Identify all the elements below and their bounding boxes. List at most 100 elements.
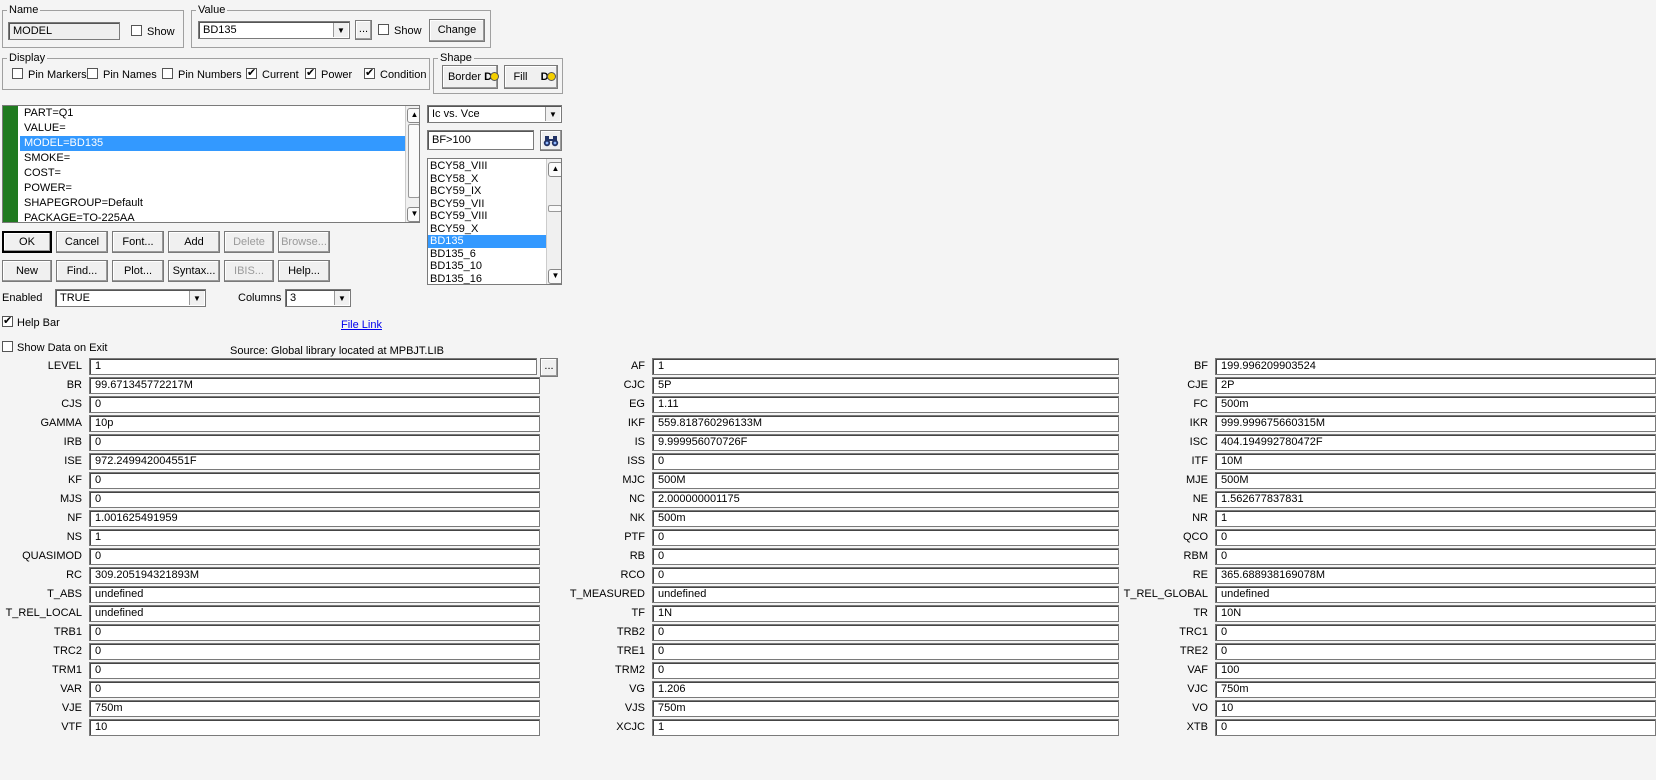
model-list-item[interactable]: BD135_10 — [428, 260, 546, 273]
models-list[interactable]: BCY58_VIII BCY58_X BCY59_IX BCY59_VII BCY59_… — [427, 158, 562, 285]
parameter-value-field[interactable]: 10p — [89, 415, 540, 432]
parameter-value-field[interactable]: 0 — [89, 434, 540, 451]
scroll-down-icon[interactable]: ▼ — [407, 207, 419, 222]
value-show-checkbox[interactable] — [378, 24, 389, 35]
attribute-item[interactable]: VALUE= — [20, 121, 406, 136]
parameter-value-field[interactable]: 0 — [89, 681, 540, 698]
scroll-down-icon[interactable]: ▼ — [548, 269, 561, 284]
parameter-value-field[interactable]: 1.562677837831 — [1215, 491, 1656, 508]
model-list-item[interactable]: BCY59_X — [428, 223, 546, 236]
display-checkbox[interactable]: ✔ — [364, 68, 375, 79]
chevron-down-icon[interactable]: ▼ — [333, 23, 348, 37]
parameter-value-field[interactable]: 999.999675660315M — [1215, 415, 1656, 432]
attribute-item[interactable]: COST= — [20, 166, 406, 181]
parameter-value-field[interactable]: 1 — [1215, 510, 1656, 527]
parameter-value-field[interactable]: 9.999956070726F — [652, 434, 1119, 451]
scroll-thumb[interactable] — [548, 205, 561, 212]
level-browse-button[interactable]: ... — [540, 358, 558, 377]
parameter-value-field[interactable]: 5P — [652, 377, 1119, 394]
find-button[interactable]: Find... — [56, 260, 108, 282]
parameter-value-field[interactable]: 0 — [89, 396, 540, 413]
parameter-value-field[interactable]: undefined — [652, 586, 1119, 603]
parameter-value-field[interactable]: 10N — [1215, 605, 1656, 622]
help-button[interactable]: Help... — [278, 260, 330, 282]
scroll-up-icon[interactable]: ▲ — [548, 162, 561, 177]
parameter-value-field[interactable]: 0 — [1215, 624, 1656, 641]
parameter-value-field[interactable]: 0 — [89, 548, 540, 565]
parameter-value-field[interactable]: 1 — [89, 529, 540, 546]
chevron-down-icon[interactable]: ▼ — [545, 107, 560, 121]
scroll-up-icon[interactable]: ▲ — [407, 108, 419, 123]
value-select[interactable]: BD135 ▼ — [198, 21, 350, 39]
name-show-checkbox[interactable] — [131, 25, 142, 36]
parameter-value-field[interactable]: 0 — [652, 643, 1119, 660]
model-list-item[interactable]: BCY59_VII — [428, 198, 546, 211]
parameter-value-field[interactable]: 1.001625491959 — [89, 510, 540, 527]
parameter-value-field[interactable]: 500M — [652, 472, 1119, 489]
parameter-value-field[interactable]: 0 — [1215, 643, 1656, 660]
parameter-value-field[interactable]: 1N — [652, 605, 1119, 622]
scroll-thumb[interactable] — [408, 124, 419, 198]
parameter-value-field[interactable]: 0 — [652, 567, 1119, 584]
parameter-value-field[interactable]: 500m — [1215, 396, 1656, 413]
parameter-value-field[interactable]: 1.206 — [652, 681, 1119, 698]
parameter-value-field[interactable]: 972.249942004551F — [89, 453, 540, 470]
parameter-value-field[interactable]: 2P — [1215, 377, 1656, 394]
parameter-value-field[interactable]: 0 — [89, 662, 540, 679]
attribute-scrollbar[interactable]: ▲ ▼ — [405, 106, 419, 222]
attribute-item[interactable]: MODEL=BD135 — [20, 136, 406, 151]
parameter-value-field[interactable]: 500m — [652, 510, 1119, 527]
parameter-value-field[interactable]: 100 — [1215, 662, 1656, 679]
model-list-item[interactable]: BCY58_VIII — [428, 160, 546, 173]
show-data-checkbox[interactable] — [2, 341, 13, 352]
display-checkbox[interactable] — [12, 68, 23, 79]
parameter-value-field[interactable]: 559.818760296133M — [652, 415, 1119, 432]
parameter-value-field[interactable]: 0 — [652, 624, 1119, 641]
plot-select[interactable]: Ic vs. Vce ▼ — [427, 105, 562, 123]
chevron-down-icon[interactable]: ▼ — [189, 291, 204, 305]
chevron-down-icon[interactable]: ▼ — [334, 291, 349, 305]
parameter-value-field[interactable]: 1.11 — [652, 396, 1119, 413]
models-scrollbar[interactable]: ▲ ▼ — [546, 159, 561, 284]
parameter-value-field[interactable]: 10M — [1215, 453, 1656, 470]
parameter-value-field[interactable]: 0 — [1215, 529, 1656, 546]
parameter-value-field[interactable]: undefined — [89, 586, 540, 603]
cancel-button[interactable]: Cancel — [56, 231, 108, 253]
parameter-value-field[interactable]: 0 — [1215, 719, 1656, 736]
attribute-item[interactable]: PART=Q1 — [20, 106, 406, 121]
enabled-select[interactable]: TRUE ▼ — [55, 289, 206, 307]
attribute-list[interactable]: PART=Q1 VALUE= MODEL=BD135 SMOKE= COST= POWER… — [2, 105, 420, 223]
model-list-item[interactable]: BCY58_X — [428, 173, 546, 186]
new-button[interactable]: New — [2, 260, 52, 282]
add-button[interactable]: Add — [168, 231, 220, 253]
attribute-item[interactable]: PACKAGE=TO-225AA — [20, 211, 406, 222]
parameter-value-field[interactable]: 10 — [1215, 700, 1656, 717]
filter-input[interactable]: BF>100 — [427, 130, 534, 150]
plot-button[interactable]: Plot... — [112, 260, 164, 282]
border-button[interactable]: Border D — [442, 65, 500, 89]
parameter-value-field[interactable]: 309.205194321893M — [89, 567, 540, 584]
attribute-item[interactable]: SMOKE= — [20, 151, 406, 166]
ok-button[interactable]: OK — [2, 231, 52, 253]
parameter-value-field[interactable]: 10 — [89, 719, 540, 736]
attribute-item[interactable]: SHAPEGROUP=Default — [20, 196, 406, 211]
parameter-value-field[interactable]: 0 — [652, 662, 1119, 679]
parameter-value-field[interactable]: 750m — [1215, 681, 1656, 698]
columns-select[interactable]: 3 ▼ — [285, 289, 351, 307]
parameter-value-field[interactable]: 2.000000001175 — [652, 491, 1119, 508]
parameter-value-field[interactable]: 0 — [652, 548, 1119, 565]
syntax-button[interactable]: Syntax... — [168, 260, 220, 282]
parameter-value-field[interactable]: 750m — [89, 700, 540, 717]
name-field[interactable]: MODEL — [8, 22, 120, 40]
parameter-value-field[interactable]: 1 — [89, 358, 537, 375]
parameter-value-field[interactable]: 0 — [89, 472, 540, 489]
value-browse-button[interactable]: ... — [355, 20, 372, 40]
help-bar-checkbox[interactable]: ✔ — [2, 316, 13, 327]
parameter-value-field[interactable]: 199.996209903524 — [1215, 358, 1656, 375]
parameter-value-field[interactable]: 1 — [652, 358, 1119, 375]
font-button[interactable]: Font... — [112, 231, 164, 253]
parameter-value-field[interactable]: 99.671345772217M — [89, 377, 540, 394]
parameter-value-field[interactable]: undefined — [1215, 586, 1656, 603]
parameter-value-field[interactable]: 0 — [1215, 548, 1656, 565]
model-list-item[interactable]: BCY59_IX — [428, 185, 546, 198]
